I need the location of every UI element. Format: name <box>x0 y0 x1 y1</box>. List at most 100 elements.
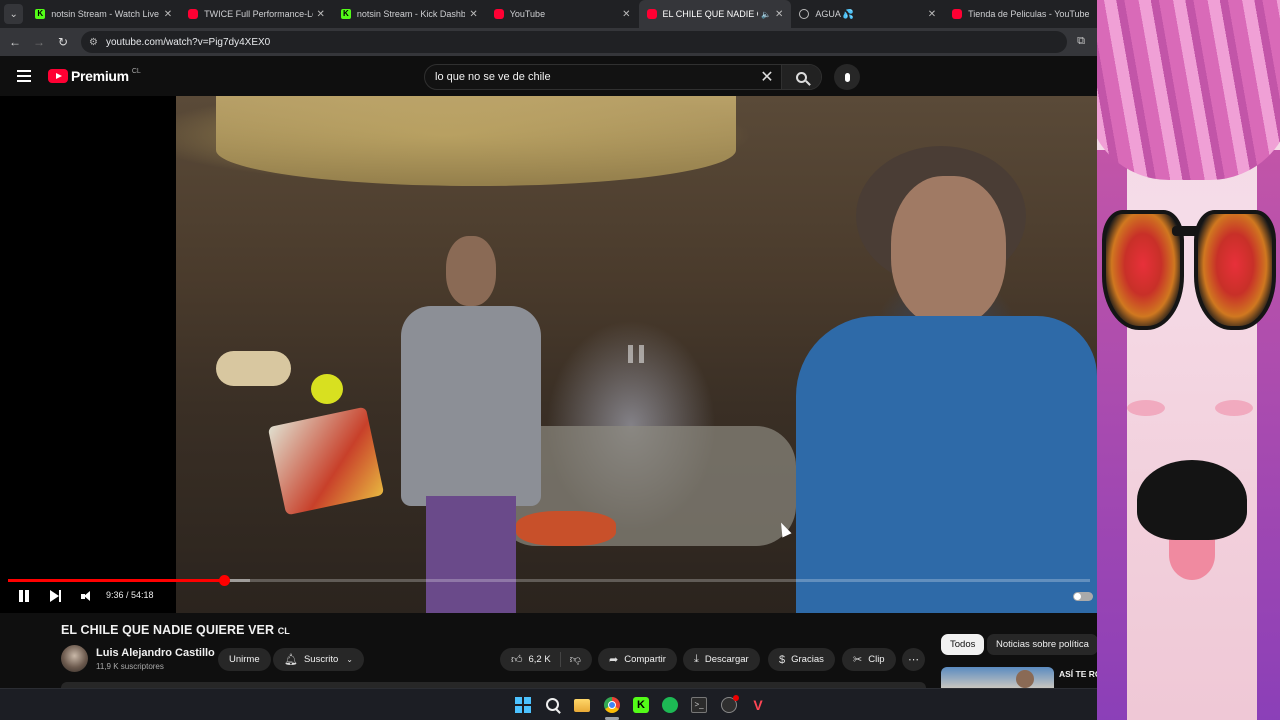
tab-search-chevron-icon[interactable]: ⌄ <box>4 4 24 24</box>
clip-button[interactable]: ✂ Clip <box>842 648 896 671</box>
thanks-button[interactable]: $ Gracias <box>768 648 835 671</box>
address-bar[interactable]: ⚙ youtube.com/watch?v=Pig7dy4XEX0 <box>81 31 1067 53</box>
tab-tienda-peliculas[interactable]: Tienda de Peliculas - YouTube <box>944 0 1097 28</box>
download-button[interactable]: ⤓ Descargar <box>683 648 760 671</box>
valorant-icon[interactable]: V <box>750 697 766 713</box>
channel-name[interactable]: Luis Alejandro Castillo <box>96 647 215 659</box>
tab-title: notsin Stream - Watch Live on Kick <box>51 9 159 19</box>
hamburger-menu-icon[interactable] <box>17 70 31 82</box>
share-label: Compartir <box>624 654 666 665</box>
chip-politics-news[interactable]: Noticias sobre política <box>987 634 1098 655</box>
forward-arrow-icon[interactable]: → <box>27 35 51 49</box>
flag-icon: CL <box>277 626 290 636</box>
progress-bar[interactable] <box>8 575 1090 586</box>
close-icon[interactable]: ✕ <box>469 9 477 20</box>
clear-search-icon[interactable]: ✕ <box>753 67 781 87</box>
youtube-play-icon <box>48 69 68 83</box>
logo-text: Premium <box>71 68 129 84</box>
chevron-down-icon: ⌄ <box>346 655 353 664</box>
tab-twice-performance[interactable]: TWICE Full Performance-Lollapalooza ✕ <box>180 0 333 28</box>
chrome-icon[interactable] <box>604 697 620 713</box>
channel-avatar[interactable] <box>61 645 88 672</box>
voice-search-button[interactable] <box>834 64 860 90</box>
video-scene-bag <box>267 406 385 516</box>
time-display: 9:36 / 54:18 <box>106 590 154 600</box>
close-icon[interactable]: ✕ <box>928 9 936 20</box>
overlay-cheek <box>1127 400 1165 416</box>
thumbs-up-icon[interactable]: 👍︎ <box>511 653 523 666</box>
recommendation-title[interactable]: ASÍ TE RO <box>1059 669 1102 679</box>
video-scene-fruit <box>311 374 343 404</box>
mustache-icon <box>1137 460 1247 540</box>
video-player[interactable]: 9:36 / 54:18 <box>0 96 1097 613</box>
kick-icon[interactable]: K <box>633 697 649 713</box>
tab-title: notsin Stream - Kick Dashboard <box>356 9 466 19</box>
back-arrow-icon[interactable]: ← <box>3 35 27 49</box>
close-icon[interactable]: ✕ <box>164 9 172 20</box>
video-scene-cloth <box>516 511 616 546</box>
video-scene-man <box>401 236 541 613</box>
obs-icon[interactable] <box>721 695 739 713</box>
search-button[interactable] <box>781 65 821 89</box>
tab-kick-watch[interactable]: K notsin Stream - Watch Live on Kick ✕ <box>27 0 180 28</box>
close-icon[interactable]: ✕ <box>317 9 325 20</box>
download-label: Descargar <box>704 654 749 665</box>
video-frame[interactable] <box>176 96 1097 613</box>
subscribed-label: Suscrito <box>303 654 339 665</box>
like-count[interactable]: 6,2 K <box>529 654 551 665</box>
tab-title: Tienda de Peliculas - YouTube <box>968 9 1089 19</box>
download-icon: ⤓ <box>694 653 699 665</box>
video-title: EL CHILE QUE NADIE QUIERE VER CL <box>61 623 290 637</box>
browser-tab-strip: ⌄ K notsin Stream - Watch Live on Kick ✕… <box>0 0 1097 28</box>
more-actions-icon[interactable]: ⋯ <box>902 648 925 671</box>
center-pause-icon[interactable] <box>628 345 644 363</box>
recommendation-thumbnail[interactable] <box>941 667 1054 688</box>
share-button[interactable]: ➦ Compartir <box>598 648 677 671</box>
tab-title: YouTube <box>509 9 546 19</box>
thumbs-down-icon[interactable]: 👎︎ <box>570 653 581 666</box>
tab-agua[interactable]: AGUA 💦 ✕ <box>791 0 944 28</box>
file-explorer-icon[interactable] <box>574 699 590 712</box>
tab-youtube[interactable]: YouTube ✕ <box>486 0 639 28</box>
windows-start-icon[interactable] <box>515 697 531 713</box>
tab-el-chile-active[interactable]: EL CHILE QUE NADIE QUIERE VER 🔈 ✕ <box>638 0 792 28</box>
spotify-icon[interactable] <box>662 697 678 713</box>
tab-title: AGUA 💦 <box>815 8 855 19</box>
video-scene-woman <box>796 146 1097 613</box>
pause-icon[interactable] <box>18 588 30 604</box>
chip-all[interactable]: Todos <box>941 634 985 655</box>
taskbar-search-icon[interactable] <box>545 697 561 713</box>
tab-kick-dashboard[interactable]: K notsin Stream - Kick Dashboard ✕ <box>333 0 486 28</box>
video-info: EL CHILE QUE NADIE QUIERE VER CL Luis Al… <box>0 613 1102 688</box>
next-video-icon[interactable] <box>48 588 62 604</box>
volume-icon[interactable] <box>78 588 92 604</box>
reload-icon[interactable]: ↻ <box>51 35 75 49</box>
video-scene-bread <box>216 351 291 386</box>
youtube-icon <box>493 9 504 19</box>
subscriber-count: 11,9 K suscriptores <box>96 662 164 671</box>
join-button[interactable]: Unirme <box>218 648 271 671</box>
search-input[interactable]: lo que no se ve de chile <box>425 71 753 83</box>
microphone-icon <box>844 72 850 82</box>
cast-icon[interactable]: ⧉ <box>1077 35 1085 48</box>
bell-icon: 🔔︎ <box>284 654 298 666</box>
kick-icon: K <box>35 9 46 19</box>
thanks-icon: $ <box>779 653 786 666</box>
search-box[interactable]: lo que no se ve de chile ✕ <box>424 64 822 90</box>
youtube-premium-logo[interactable]: Premium CL <box>48 68 141 84</box>
thanks-label: Gracias <box>791 654 824 665</box>
site-settings-icon[interactable]: ⚙ <box>89 37 98 48</box>
autoplay-toggle-icon[interactable] <box>1073 592 1093 601</box>
youtube-icon <box>188 9 199 19</box>
terminal-icon[interactable]: >_ <box>691 697 707 713</box>
close-icon[interactable]: ✕ <box>622 9 630 20</box>
globe-icon <box>799 9 810 19</box>
close-icon[interactable]: ✕ <box>775 9 783 20</box>
tab-title: TWICE Full Performance-Lollapalooza <box>204 9 313 19</box>
search-icon <box>796 71 807 83</box>
scissors-icon: ✂ <box>853 654 863 666</box>
overlay-cheek <box>1215 400 1253 416</box>
overlay-hair <box>1097 0 1280 180</box>
speaker-icon[interactable]: 🔈 <box>761 10 771 19</box>
subscribed-button[interactable]: 🔔︎ Suscrito ⌄ <box>273 648 364 671</box>
